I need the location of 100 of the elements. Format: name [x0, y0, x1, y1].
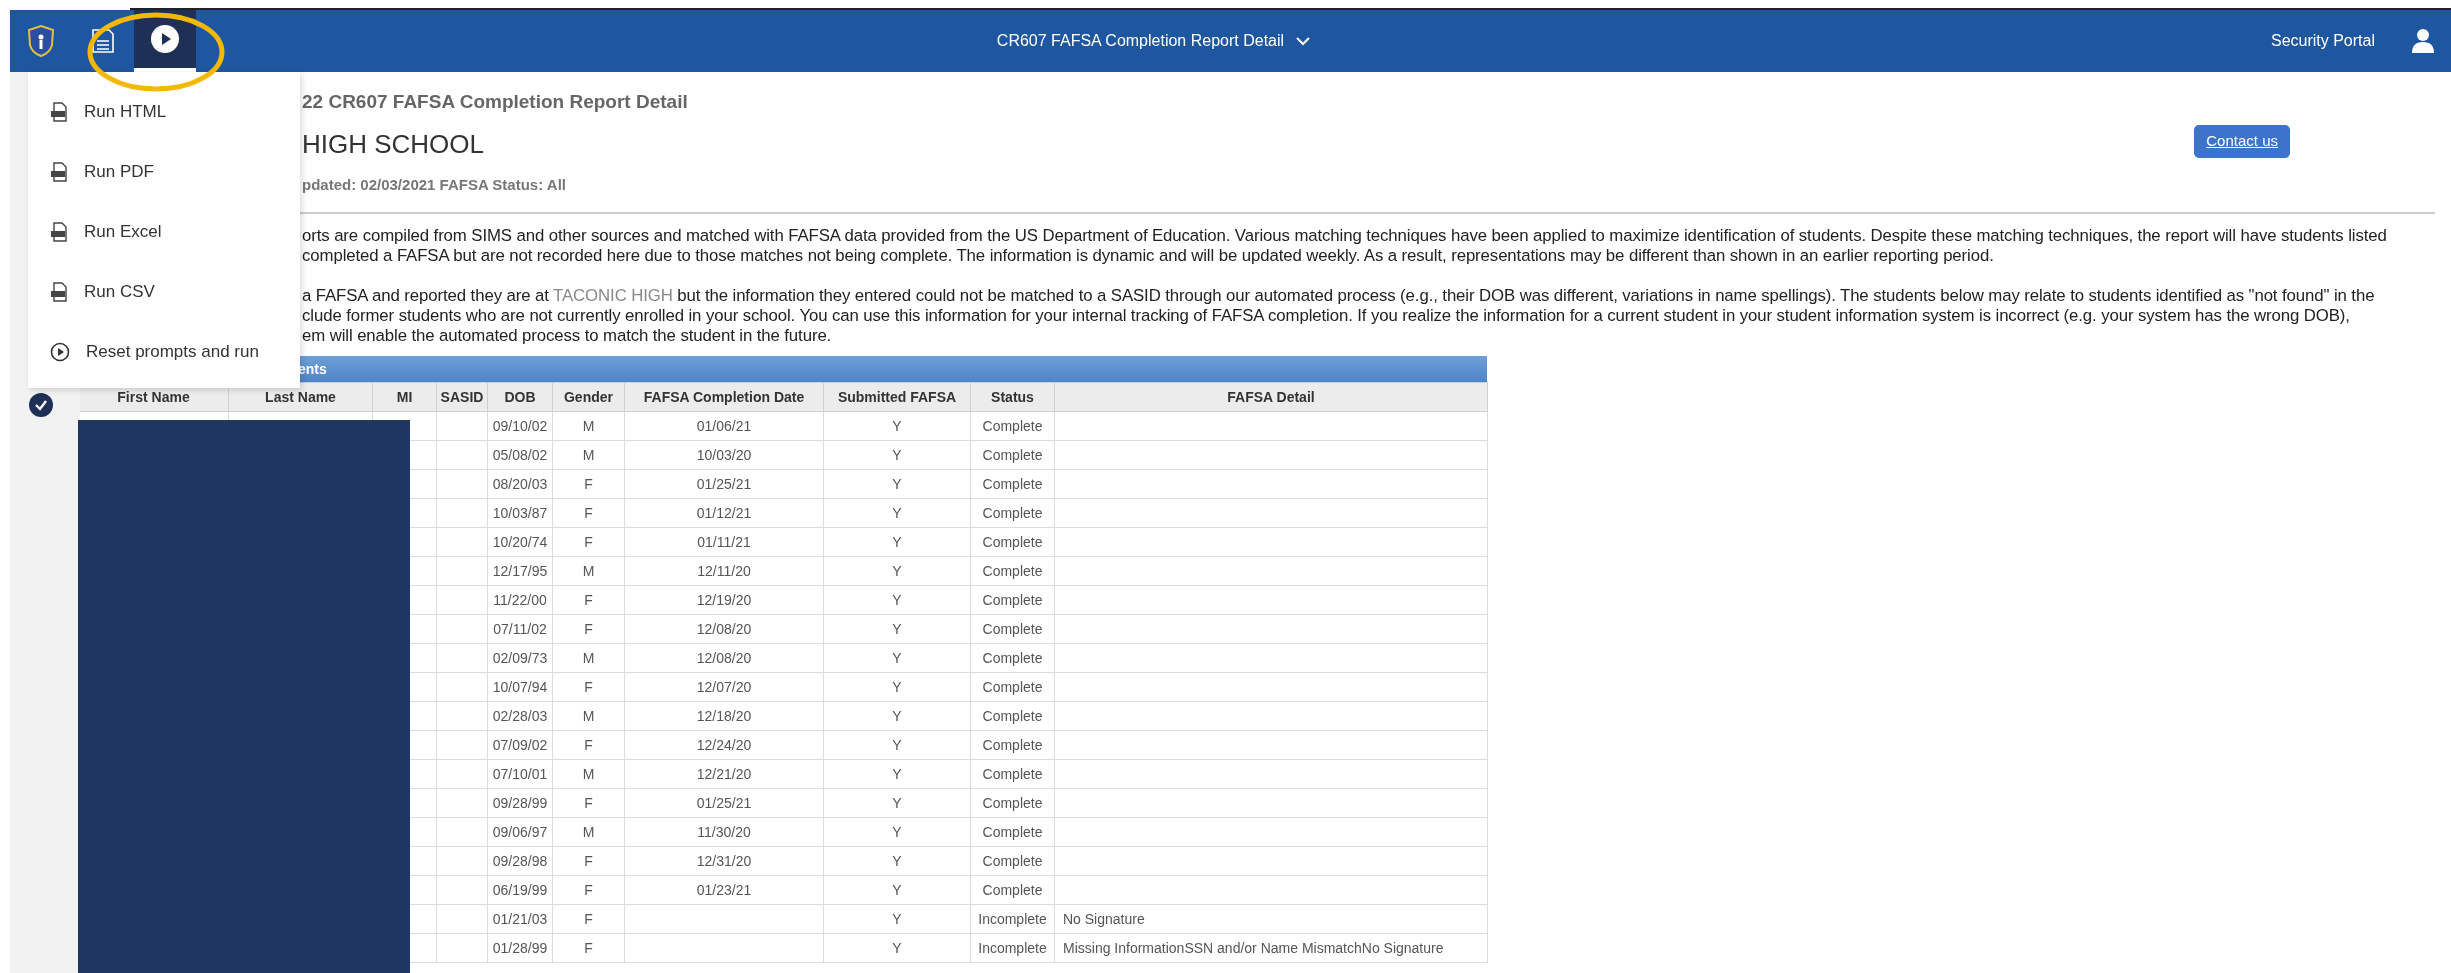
paragraph-line: completed a FAFSA but are not recorded here due to those matches not being complete. The information is dynamic and will be updated weekly. As a result, representations may be different than shown in an earlier reporting period. — [302, 246, 1995, 266]
table-cell: Incomplete — [970, 933, 1055, 963]
table-cell: 05/08/02 — [487, 440, 553, 470]
table-cell: Complete — [970, 585, 1055, 615]
document-icon — [91, 28, 115, 54]
table-cell: Y — [823, 643, 971, 673]
table-cell: M — [552, 817, 625, 847]
table-cell: Complete — [970, 469, 1055, 499]
paragraph-line: em will enable the automated process to match the student in the future. — [302, 326, 833, 346]
table-cell: 01/21/03 — [487, 904, 553, 934]
table-cell: 02/09/73 — [487, 643, 553, 673]
table-cell: M — [552, 440, 625, 470]
table-cell: 10/07/94 — [487, 672, 553, 702]
table-cell: Complete — [970, 498, 1055, 528]
table-cell: Y — [823, 730, 971, 760]
table-cell: Complete — [970, 440, 1055, 470]
contact-us-button[interactable]: Contact us — [2194, 125, 2290, 158]
table-cell: Complete — [970, 788, 1055, 818]
table-cell: F — [552, 730, 625, 760]
chevron-down-icon — [1296, 36, 1311, 46]
table-cell: M — [552, 411, 625, 441]
table-cell: M — [552, 556, 625, 586]
table-cell: 01/12/21 — [624, 498, 824, 528]
table-cell: 09/28/98 — [487, 846, 553, 876]
report-title-dropdown[interactable]: CR607 FAFSA Completion Report Detail — [996, 29, 1311, 53]
table-cell: Complete — [970, 875, 1055, 905]
paragraph-line: orts are compiled from SIMS and other sources and matched with FAFSA data provided from the US Department of Education. Various matching techniques have been applied to maximize identification of students. Despite these matching techniques, the report will have students listed — [302, 226, 2388, 246]
menu-item[interactable]: Reset prompts and run — [28, 322, 300, 382]
table-cell: Y — [823, 701, 971, 731]
table-cell: Complete — [970, 846, 1055, 876]
table-cell: Y — [823, 411, 971, 441]
table-cell: Y — [823, 527, 971, 557]
table-cell: 02/28/03 — [487, 701, 553, 731]
column-header: FAFSA Completion Date — [624, 382, 824, 412]
table-cell: 01/06/21 — [624, 411, 824, 441]
table-cell: 11/22/00 — [487, 585, 553, 615]
table-cell: 08/20/03 — [487, 469, 553, 499]
column-header: Status — [970, 382, 1055, 412]
table-cell: M — [552, 701, 625, 731]
table-cell: F — [552, 498, 625, 528]
table-cell: F — [552, 933, 625, 963]
table-cell: Y — [823, 469, 971, 499]
check-circle-icon[interactable] — [28, 392, 54, 418]
table-cell: 01/25/21 — [624, 788, 824, 818]
menu-item[interactable]: Run PDF — [28, 142, 300, 202]
table-cell: 12/19/20 — [624, 585, 824, 615]
table-cell: 09/10/02 — [487, 411, 553, 441]
table-cell: M — [552, 759, 625, 789]
table-cell: Y — [823, 933, 971, 963]
column-header: Gender — [552, 382, 625, 412]
column-header: FAFSA Detail — [1054, 382, 1488, 412]
table-cell: Complete — [970, 643, 1055, 673]
table-cell: Y — [823, 672, 971, 702]
file-icon — [50, 222, 68, 242]
table-cell: Complete — [970, 556, 1055, 586]
table-cell: Y — [823, 498, 971, 528]
paragraph-line: a FAFSA and reported they are at TACONIC HIGH but the information they entered could not be matched to a SASID through our automated process (e.g., their DOB was different, variations in name spellings). The students below may relate to students identified as "not found" in the — [302, 286, 2376, 306]
table-cell: F — [552, 672, 625, 702]
table-cell: 09/28/99 — [487, 788, 553, 818]
table-cell: Y — [823, 788, 971, 818]
table-cell: Complete — [970, 411, 1055, 441]
table-cell: Complete — [970, 672, 1055, 702]
table-cell: Y — [823, 817, 971, 847]
shield-seal-icon — [28, 25, 54, 57]
menu-item[interactable]: Run Excel — [28, 202, 300, 262]
table-cell: M — [552, 643, 625, 673]
column-header: SASID — [436, 382, 488, 412]
table-cell: 11/30/20 — [624, 817, 824, 847]
user-icon[interactable] — [2411, 28, 2435, 54]
updated-info: pdated: 02/03/2021 FAFSA Status: All — [302, 174, 567, 195]
table-cell: Complete — [970, 701, 1055, 731]
table-cell: 12/08/20 — [624, 643, 824, 673]
toolbar-button[interactable] — [134, 10, 196, 72]
menu-item[interactable]: Run HTML — [28, 82, 300, 142]
column-header: DOB — [487, 382, 553, 412]
table-cell: F — [552, 469, 625, 499]
column-header: Submitted FAFSA — [823, 382, 971, 412]
table-cell: 10/03/87 — [487, 498, 553, 528]
table-cell: Complete — [970, 730, 1055, 760]
table-cell: 10/20/74 — [487, 527, 553, 557]
play-circle-icon — [50, 342, 70, 362]
table-cell: Y — [823, 904, 971, 934]
table-cell: Complete — [970, 759, 1055, 789]
file-icon — [50, 162, 68, 182]
table-cell: Complete — [970, 527, 1055, 557]
file-icon — [50, 102, 68, 122]
paragraph-line: clude former students who are not currently enrolled in your school. You can use this information for your internal tracking of FAFSA completion. If you realize the information for a current student in your student information system is incorrect (e.g. your system has the wrong DOB), — [302, 306, 2351, 326]
table-cell: F — [552, 788, 625, 818]
table-cell: 07/09/02 — [487, 730, 553, 760]
menu-item[interactable]: Run CSV — [28, 262, 300, 322]
table-cell: 06/19/99 — [487, 875, 553, 905]
table-cell: 07/11/02 — [487, 614, 553, 644]
portal-link[interactable]: Security Portal — [2270, 29, 2375, 53]
table-cell: 10/03/20 — [624, 440, 824, 470]
table-cell: Complete — [970, 614, 1055, 644]
table-cell: Y — [823, 875, 971, 905]
table-cell: Y — [823, 614, 971, 644]
table-cell: 12/18/20 — [624, 701, 824, 731]
table-cell: 12/17/95 — [487, 556, 553, 586]
table-cell: F — [552, 614, 625, 644]
